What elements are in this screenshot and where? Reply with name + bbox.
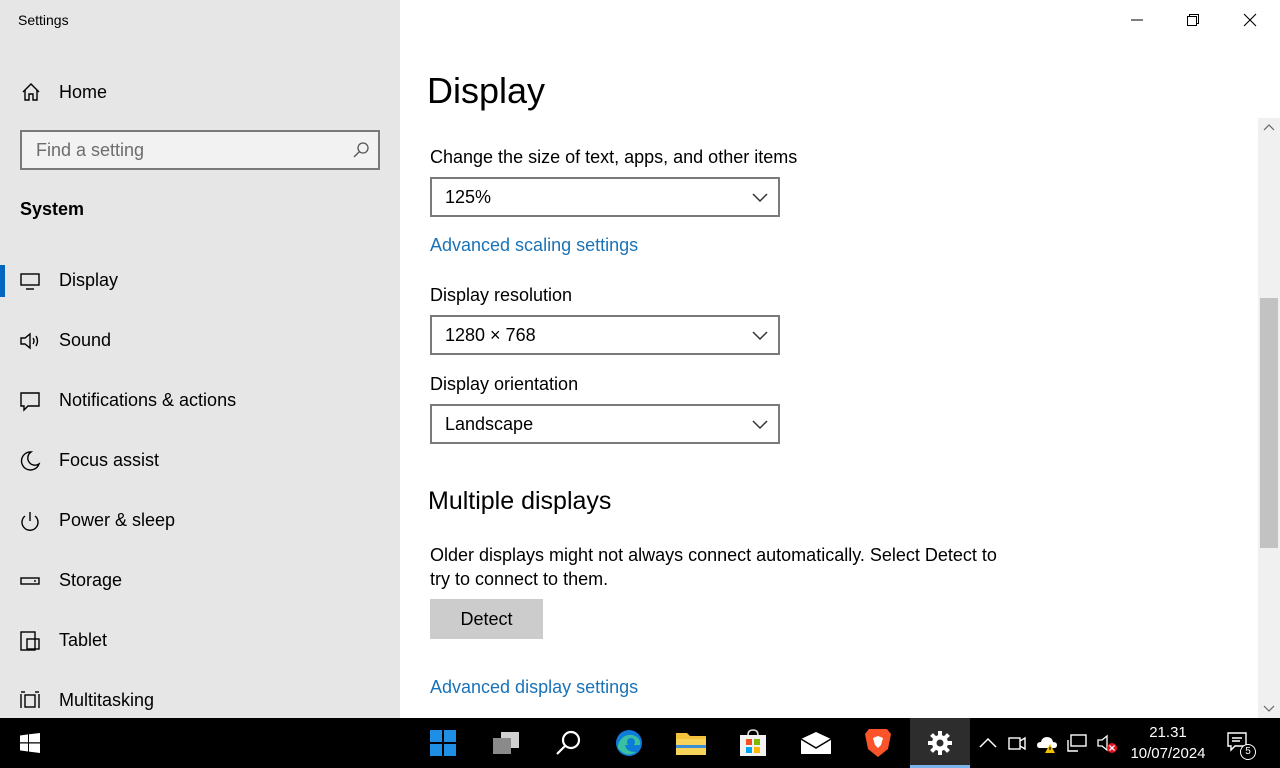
taskbar-windows-app[interactable] bbox=[413, 718, 473, 768]
tablet-icon bbox=[20, 631, 40, 651]
sidebar-item-label: Power & sleep bbox=[59, 510, 176, 530]
task-view-button[interactable] bbox=[476, 718, 536, 768]
drive-icon bbox=[20, 577, 40, 585]
sidebar-item-label: Storage bbox=[59, 570, 123, 590]
search-box[interactable] bbox=[20, 130, 380, 170]
taskbar-settings[interactable] bbox=[910, 718, 970, 768]
sidebar-item-power-sleep[interactable]: Power & sleep bbox=[0, 499, 400, 543]
brave-icon bbox=[865, 729, 891, 757]
section-title: System bbox=[20, 199, 85, 219]
network-icon[interactable] bbox=[1066, 732, 1088, 754]
clock-time: 21.31 bbox=[1149, 724, 1187, 741]
moon-icon bbox=[20, 451, 41, 471]
meet-now-icon[interactable] bbox=[1006, 732, 1028, 754]
taskbar-search-button[interactable] bbox=[538, 718, 598, 768]
resolution-dropdown[interactable]: 1280 × 768 bbox=[430, 315, 780, 355]
scale-dropdown[interactable]: 125% bbox=[430, 177, 780, 217]
scroll-down-icon[interactable] bbox=[1263, 704, 1275, 714]
multitasking-icon bbox=[20, 691, 40, 708]
speaker-icon bbox=[20, 332, 39, 350]
page-title: Display bbox=[427, 70, 546, 111]
file-explorer-icon bbox=[676, 733, 706, 755]
multiple-displays-heading: Multiple displays bbox=[428, 487, 612, 515]
minimize-icon bbox=[1131, 19, 1143, 21]
taskbar-mail[interactable] bbox=[786, 718, 846, 768]
search-input[interactable] bbox=[22, 132, 342, 168]
settings-content: Display Change the size of text, apps, a… bbox=[400, 0, 1280, 718]
close-button[interactable] bbox=[1222, 0, 1278, 40]
store-icon bbox=[740, 729, 766, 756]
chevron-up-icon[interactable] bbox=[977, 732, 999, 754]
clock-date: 10/07/2024 bbox=[1130, 745, 1206, 762]
sidebar-item-storage[interactable]: Storage bbox=[0, 559, 400, 603]
chevron-down-icon bbox=[752, 420, 768, 430]
home-label: Home bbox=[59, 82, 108, 102]
onedrive-warning-icon[interactable] bbox=[1036, 732, 1058, 754]
windows-logo-icon bbox=[430, 730, 456, 756]
detect-button[interactable]: Detect bbox=[430, 599, 543, 639]
volume-muted-icon[interactable] bbox=[1096, 732, 1118, 754]
scrollbar-thumb[interactable] bbox=[1260, 298, 1278, 548]
app-title: Settings bbox=[18, 12, 69, 28]
settings-icon bbox=[928, 731, 952, 755]
sidebar-item-display[interactable]: Display bbox=[0, 259, 400, 303]
sidebar-item-label: Display bbox=[59, 270, 119, 290]
start-button[interactable] bbox=[0, 718, 60, 768]
notification-center-button[interactable]: 5 bbox=[1226, 730, 1256, 760]
chevron-down-icon bbox=[752, 331, 768, 341]
search-icon bbox=[556, 730, 581, 755]
sidebar-item-label: Focus assist bbox=[59, 450, 160, 470]
settings-sidebar: Settings Home System Display Sound Notif… bbox=[0, 0, 400, 718]
clock[interactable]: 21.31 10/07/2024 bbox=[1118, 722, 1218, 764]
task-view-icon bbox=[493, 732, 519, 754]
taskbar-edge[interactable] bbox=[599, 718, 659, 768]
sidebar-item-label: Tablet bbox=[59, 630, 108, 650]
taskbar-brave[interactable] bbox=[848, 718, 908, 768]
notification-count-badge: 5 bbox=[1240, 744, 1256, 760]
scale-value: 125% bbox=[445, 187, 492, 207]
sidebar-item-sound[interactable]: Sound bbox=[0, 319, 400, 363]
search-icon[interactable] bbox=[352, 141, 370, 159]
start-icon bbox=[20, 733, 40, 753]
close-icon bbox=[1243, 13, 1257, 27]
restore-button[interactable] bbox=[1165, 0, 1221, 40]
chevron-down-icon bbox=[752, 193, 768, 203]
home-icon bbox=[22, 83, 40, 101]
sidebar-item-multitasking[interactable]: Multitasking bbox=[0, 679, 400, 723]
sidebar-item-tablet[interactable]: Tablet bbox=[0, 619, 400, 663]
orientation-label: Display orientation bbox=[430, 374, 579, 394]
home-nav-item[interactable]: Home bbox=[0, 72, 400, 112]
taskbar-store[interactable] bbox=[723, 718, 783, 768]
orientation-dropdown[interactable]: Landscape bbox=[430, 404, 780, 444]
monitor-icon bbox=[20, 273, 40, 290]
orientation-value: Landscape bbox=[445, 414, 534, 434]
power-icon bbox=[21, 512, 39, 531]
sidebar-item-label: Multitasking bbox=[59, 690, 155, 710]
sidebar-item-notifications[interactable]: Notifications & actions bbox=[0, 379, 400, 423]
minimize-button[interactable] bbox=[1109, 0, 1165, 40]
scrollbar[interactable] bbox=[1258, 118, 1280, 718]
scale-label: Change the size of text, apps, and other… bbox=[430, 147, 798, 167]
sidebar-item-focus-assist[interactable]: Focus assist bbox=[0, 439, 400, 483]
resolution-value: 1280 × 768 bbox=[445, 325, 536, 345]
edge-icon bbox=[616, 730, 642, 756]
multiple-displays-description: Older displays might not always connect … bbox=[430, 545, 997, 589]
sidebar-item-label: Notifications & actions bbox=[59, 390, 237, 410]
scroll-up-icon[interactable] bbox=[1263, 122, 1275, 132]
restore-icon bbox=[1187, 14, 1199, 26]
sidebar-item-label: Sound bbox=[59, 330, 112, 350]
mail-icon bbox=[800, 732, 832, 754]
taskbar-file-explorer[interactable] bbox=[661, 718, 721, 768]
message-icon bbox=[20, 392, 40, 412]
resolution-label: Display resolution bbox=[430, 285, 573, 305]
advanced-scaling-link[interactable]: Advanced scaling settings bbox=[430, 235, 638, 256]
advanced-display-link[interactable]: Advanced display settings bbox=[430, 677, 638, 698]
taskbar: 21.31 10/07/2024 5 bbox=[0, 718, 1280, 768]
